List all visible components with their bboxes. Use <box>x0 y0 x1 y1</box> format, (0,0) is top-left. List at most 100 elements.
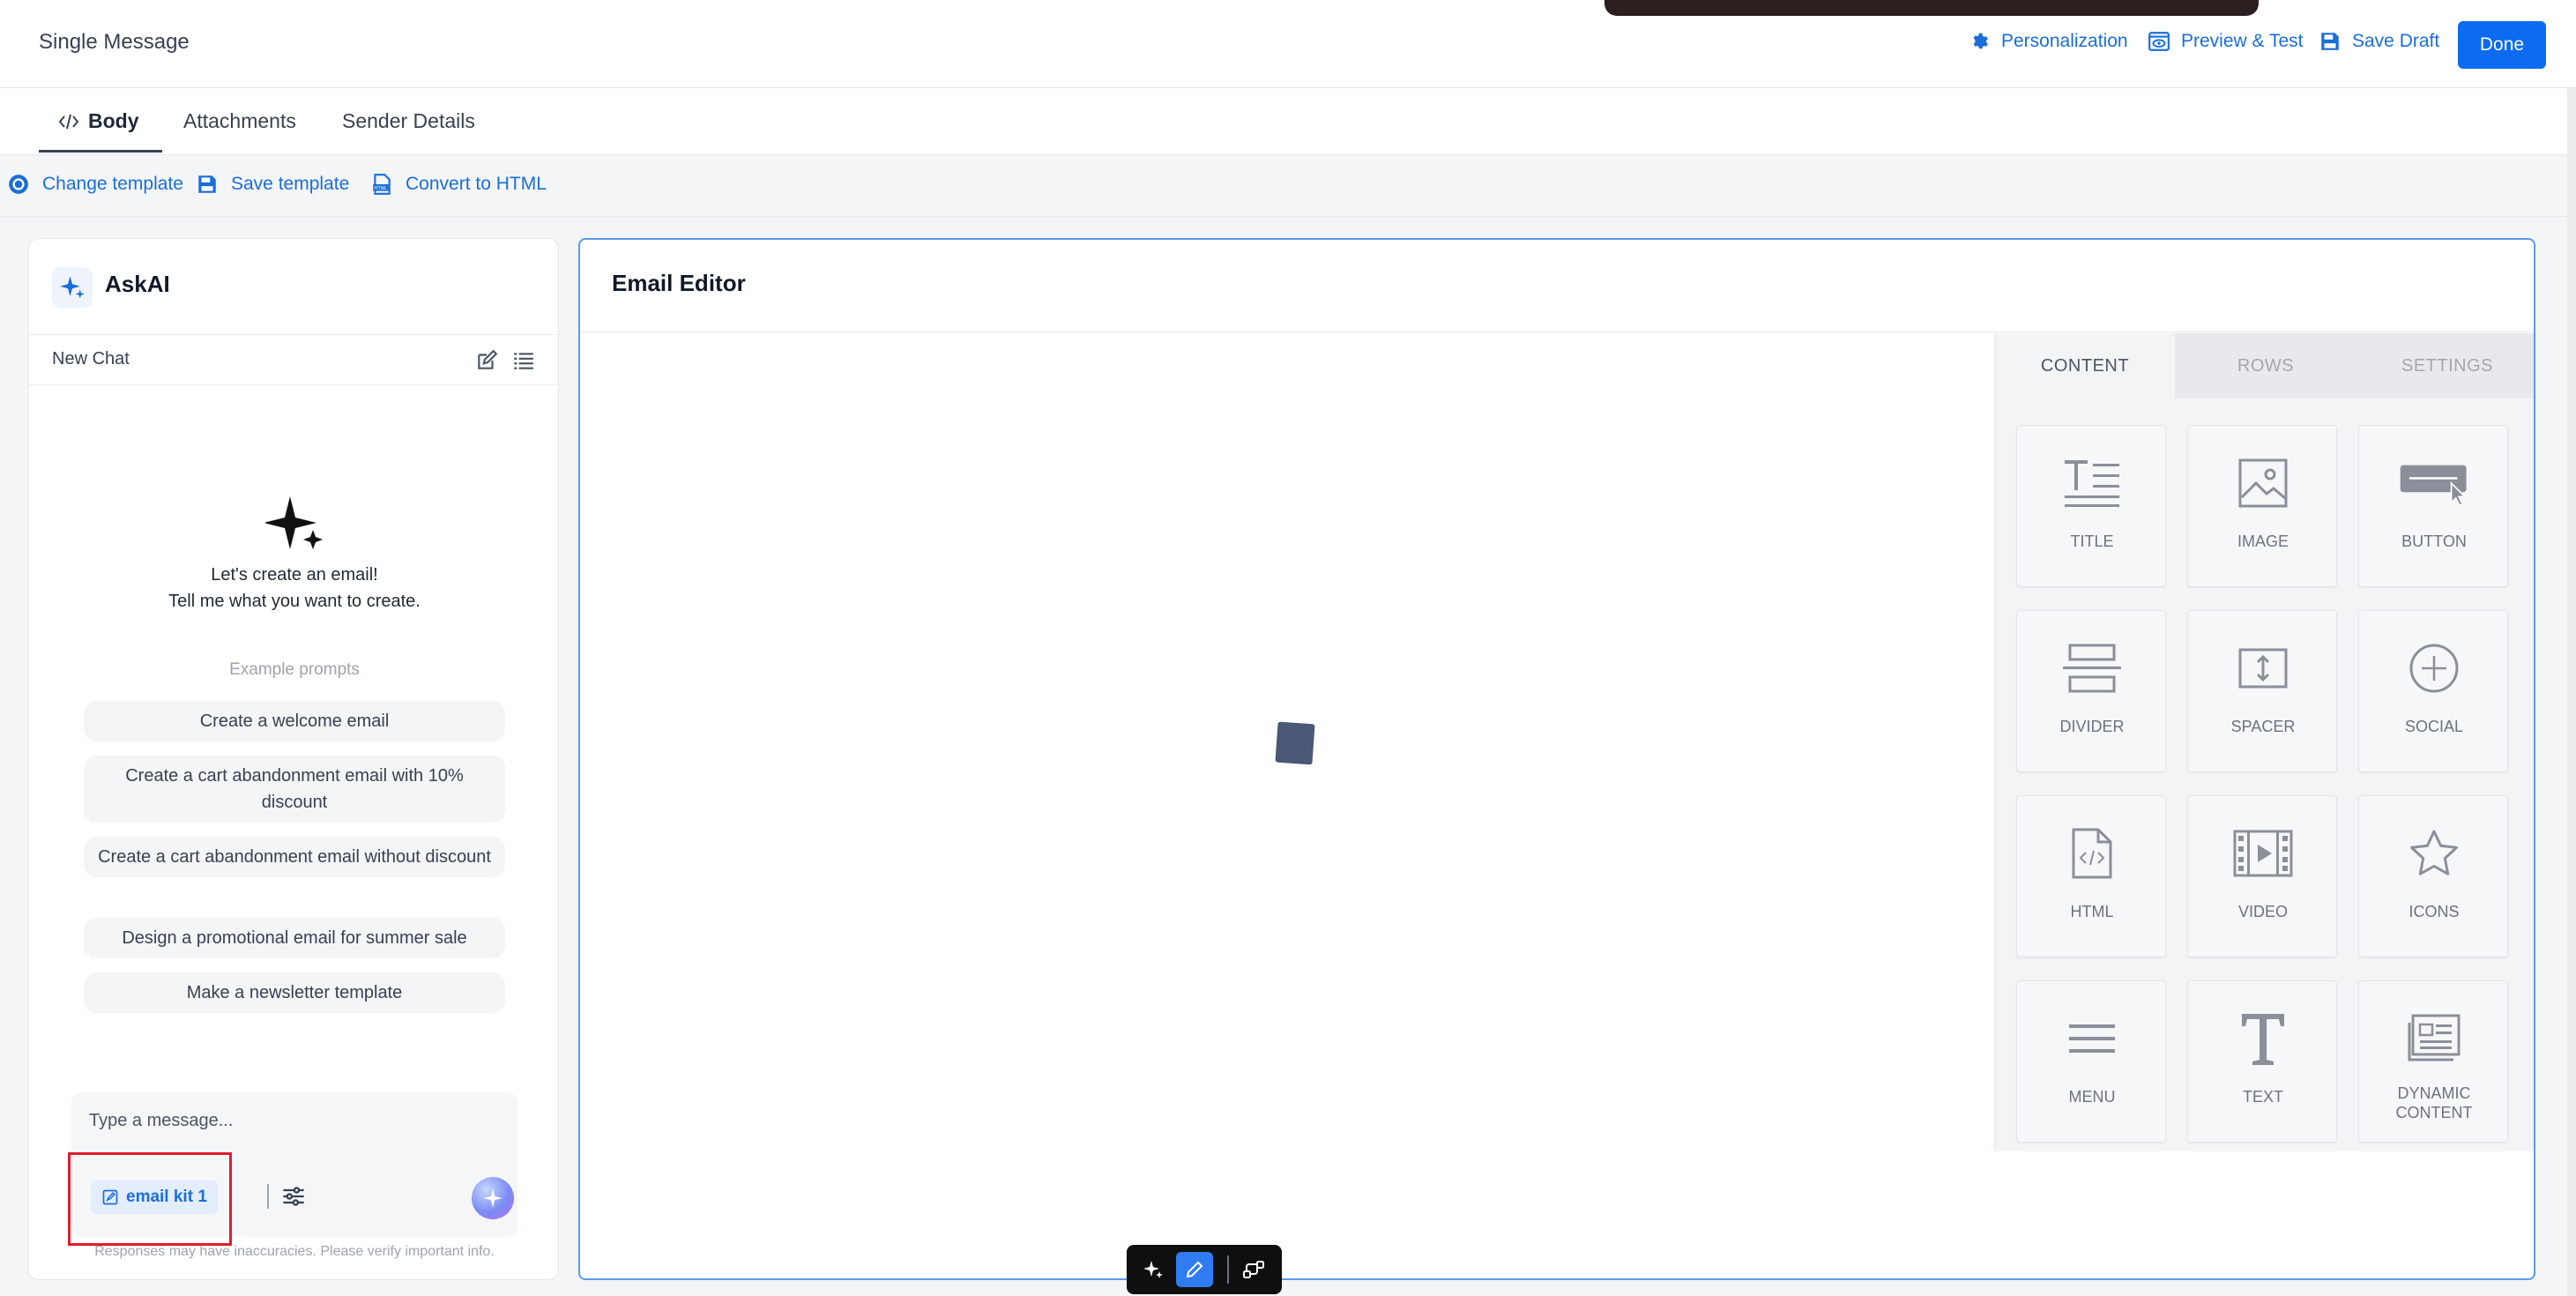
template-toolbar: Change template Save template HTML Conve… <box>0 155 2576 217</box>
refresh-icon <box>9 175 28 194</box>
ai-mode-button[interactable] <box>1135 1254 1171 1285</box>
content-block-video[interactable]: VIDEO <box>2187 795 2337 957</box>
block-label: ICONS <box>2408 903 2460 920</box>
pencil-icon <box>1186 1261 1203 1278</box>
example-prompt[interactable]: Make a newsletter template <box>84 972 505 1013</box>
block-label: DYNAMIC CONTENT <box>2395 1084 2473 1121</box>
social-icon <box>2409 644 2459 693</box>
new-chat-row: New Chat <box>29 334 560 385</box>
save-template-label: Save template <box>231 174 350 194</box>
content-block-html[interactable]: HTML <box>2016 795 2166 957</box>
block-label: DIVIDER <box>2059 718 2125 735</box>
save-draft-button[interactable]: Save Draft <box>2319 30 2439 53</box>
send-button[interactable] <box>472 1177 514 1219</box>
scrollbar[interactable] <box>2567 88 2576 1296</box>
tab-content[interactable]: CONTENT <box>1995 333 2175 398</box>
divider <box>1227 1255 1229 1284</box>
spacer-icon <box>2238 648 2288 689</box>
tab-body-label: Body <box>88 109 139 132</box>
block-label: TITLE <box>2070 533 2114 550</box>
edit-mode-button[interactable] <box>1176 1252 1213 1287</box>
content-block-dynamic-content[interactable]: DYNAMIC CONTENT <box>2358 980 2508 1143</box>
content-block-button[interactable]: BUTTON <box>2358 425 2508 587</box>
askai-title: AskAI <box>105 271 170 297</box>
block-label: TEXT <box>2242 1088 2283 1106</box>
html-file-icon: HTML <box>373 174 391 195</box>
block-label: VIDEO <box>2237 903 2288 920</box>
content-block-image[interactable]: IMAGE <box>2187 425 2337 587</box>
save-icon <box>2321 33 2339 50</box>
personalization-label: Personalization <box>2001 31 2128 51</box>
content-block-text[interactable]: TEXT <box>2187 980 2337 1143</box>
change-template-button[interactable]: Change template <box>7 173 183 196</box>
email-editor-panel: Email Editor CONTENT ROWS SETTINGS TITLE… <box>578 238 2535 1280</box>
preview-icon <box>2148 32 2170 51</box>
flow-mode-button[interactable] <box>1236 1254 1271 1285</box>
sparkle-icon <box>60 276 85 299</box>
example-prompt[interactable]: Design a promotional email for summer sa… <box>84 918 505 958</box>
sparkle-icon <box>265 496 323 549</box>
tab-rows[interactable]: ROWS <box>2175 333 2356 398</box>
content-block-menu[interactable]: MENU <box>2016 980 2166 1143</box>
disclaimer-text: Responses may have inaccuracies. Please … <box>94 1244 495 1259</box>
page-title: Single Message <box>39 30 190 54</box>
example-prompt[interactable]: Create a welcome email <box>84 701 505 741</box>
svg-text:HTML: HTML <box>375 186 388 191</box>
editor-title: Email Editor <box>612 270 746 296</box>
active-tab-indicator <box>39 150 162 153</box>
block-label: SPACER <box>2230 718 2296 735</box>
convert-html-label: Convert to HTML <box>406 174 547 194</box>
change-template-label: Change template <box>42 174 183 194</box>
content-block-spacer[interactable]: SPACER <box>2187 610 2337 772</box>
overlay-strip <box>1604 0 2259 16</box>
menu-icon <box>2069 1024 2115 1053</box>
tab-sender-details-label: Sender Details <box>342 109 475 132</box>
content-sidebar: CONTENT ROWS SETTINGS TITLE IMAGE BUTTON… <box>1994 333 2534 1151</box>
video-icon <box>2233 830 2293 877</box>
loading-spinner <box>1275 721 1315 765</box>
block-label: BUTTON <box>2401 533 2467 550</box>
content-block-social[interactable]: SOCIAL <box>2358 610 2508 772</box>
save-draft-label: Save Draft <box>2352 31 2440 51</box>
example-prompt[interactable]: Create a cart abandonment email with 10%… <box>84 756 505 823</box>
button-icon <box>2400 465 2467 507</box>
sparkle-icon <box>1143 1261 1163 1278</box>
new-chat-label: New Chat <box>52 349 130 369</box>
content-block-divider[interactable]: DIVIDER <box>2016 610 2166 772</box>
code-icon <box>58 114 79 129</box>
star-icon <box>2410 830 2458 875</box>
preview-test-button[interactable]: Preview & Test <box>2148 30 2304 53</box>
gear-icon <box>1973 33 1988 49</box>
save-template-button[interactable]: Save template <box>196 173 349 196</box>
askai-panel: AskAI New Chat Let's create an email! Te… <box>28 238 560 1280</box>
block-label: MENU <box>2068 1088 2116 1106</box>
divider <box>580 331 2534 332</box>
personalization-button[interactable]: Personalization <box>1968 30 2128 53</box>
intro-heading: Let's create an email! <box>211 565 378 585</box>
example-prompt[interactable]: Create a cart abandonment email without … <box>84 837 505 877</box>
tab-settings[interactable]: SETTINGS <box>2356 333 2534 398</box>
sparkle-icon <box>483 1188 503 1208</box>
tab-bar: Body Attachments Sender Details <box>0 88 2576 155</box>
done-button[interactable]: Done <box>2458 21 2546 69</box>
tab-body[interactable]: Body <box>58 109 139 133</box>
image-icon <box>2238 458 2288 508</box>
tab-attachments[interactable]: Attachments <box>183 109 296 133</box>
tab-sender-details[interactable]: Sender Details <box>342 109 475 133</box>
app-header: Single Message Personalization Preview &… <box>0 0 2576 88</box>
list-icon[interactable] <box>512 349 535 372</box>
message-input[interactable] <box>87 1103 493 1138</box>
convert-html-button[interactable]: HTML Convert to HTML <box>370 173 547 196</box>
save-icon <box>198 175 216 193</box>
divider <box>267 1184 269 1209</box>
content-block-icons[interactable]: ICONS <box>2358 795 2508 957</box>
edit-icon[interactable] <box>475 349 498 372</box>
sliders-icon[interactable] <box>281 1184 306 1209</box>
highlight-annotation <box>68 1152 232 1246</box>
text-icon <box>2242 1014 2284 1065</box>
content-block-title[interactable]: TITLE <box>2016 425 2166 587</box>
block-label: SOCIAL <box>2404 718 2464 735</box>
tab-attachments-label: Attachments <box>183 109 296 132</box>
block-label: IMAGE <box>2237 533 2289 550</box>
title-icon <box>2065 460 2119 507</box>
